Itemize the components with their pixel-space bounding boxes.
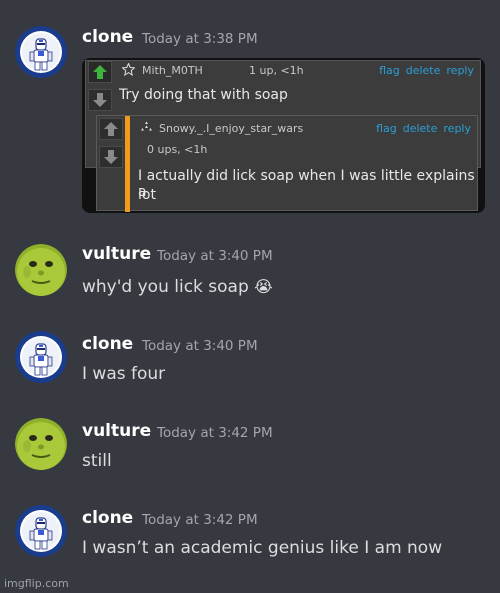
message-text-content: why'd you lick soap [82, 277, 249, 297]
author-name[interactable]: vulture [82, 421, 151, 441]
comment-stats: 1 up, <1h [249, 64, 304, 77]
upvote-arrow-icon [104, 122, 118, 136]
downvote-button[interactable] [88, 89, 112, 111]
timestamp: Today at 3:42 PM [157, 425, 273, 441]
upvote-arrow-icon [93, 65, 107, 79]
clone-avatar[interactable] [15, 331, 67, 383]
upvote-button[interactable] [88, 61, 112, 83]
embedded-screenshot[interactable]: Mith_M0TH 1 up, <1h flag delete reply Try … [82, 58, 485, 213]
crying-emoji: 😭 [254, 277, 273, 296]
comment-actions: flag delete reply [370, 122, 471, 135]
imgflip-watermark: imgflip.com [4, 577, 69, 590]
clone-trooper-icon [15, 331, 67, 383]
comment-actions: flag delete reply [373, 64, 474, 77]
author-name[interactable]: vulture [82, 244, 151, 264]
flag-link[interactable]: flag [376, 122, 397, 135]
clone-trooper-icon [15, 26, 67, 78]
green-face-icon [15, 244, 67, 296]
downvote-arrow-icon [93, 93, 107, 107]
author-name[interactable]: clone [82, 27, 133, 47]
green-face-icon [15, 418, 67, 470]
clone-avatar[interactable] [15, 26, 67, 78]
timestamp: Today at 3:42 PM [142, 512, 258, 528]
comment-username[interactable]: Mith_M0TH [142, 64, 203, 77]
message-text: why'd you lick soap 😭 [82, 277, 273, 297]
message-text: I was four [82, 364, 166, 384]
vulture-avatar[interactable] [15, 244, 67, 296]
message-text: I wasn’t an academic genius like I am no… [82, 538, 443, 558]
comment-stats: 0 ups, <1h [147, 143, 208, 156]
vote-column [99, 118, 125, 174]
flag-link[interactable]: flag [379, 64, 400, 77]
user-triangle-stars-icon [141, 121, 152, 131]
upvote-button[interactable] [99, 118, 123, 140]
imgflip-comment-2: Snowy._.I_enjoy_star_wars 0 ups, <1h fla… [96, 115, 478, 212]
reply-indicator-bar [125, 116, 130, 212]
comment-username[interactable]: Snowy._.I_enjoy_star_wars [159, 122, 303, 135]
delete-link[interactable]: delete [406, 64, 441, 77]
timestamp: Today at 3:40 PM [142, 338, 258, 354]
message-text: still [82, 451, 112, 471]
comment-text-line-2: lot [138, 187, 156, 203]
username-text[interactable]: Mith_M0TH [142, 64, 203, 77]
vote-column [88, 61, 114, 117]
timestamp: Today at 3:38 PM [142, 31, 258, 47]
vulture-avatar[interactable] [15, 418, 67, 470]
delete-link[interactable]: delete [403, 122, 438, 135]
author-name[interactable]: clone [82, 334, 133, 354]
username-text[interactable]: Snowy._.I_enjoy_star_wars [159, 122, 303, 135]
downvote-arrow-icon [104, 150, 118, 164]
clone-avatar[interactable] [15, 505, 67, 557]
timestamp: Today at 3:40 PM [157, 248, 273, 264]
reply-link[interactable]: reply [443, 122, 471, 135]
reply-link[interactable]: reply [446, 64, 474, 77]
clone-trooper-icon [15, 505, 67, 557]
comment-text: Try doing that with soap [119, 87, 288, 103]
comment-text-line-1: I actually did lick soap when I was litt… [138, 168, 475, 200]
downvote-button[interactable] [99, 146, 123, 168]
user-star-icon [122, 63, 135, 76]
author-name[interactable]: clone [82, 508, 133, 528]
imgflip-comment-1: Mith_M0TH 1 up, <1h flag delete reply Try … [85, 60, 481, 212]
